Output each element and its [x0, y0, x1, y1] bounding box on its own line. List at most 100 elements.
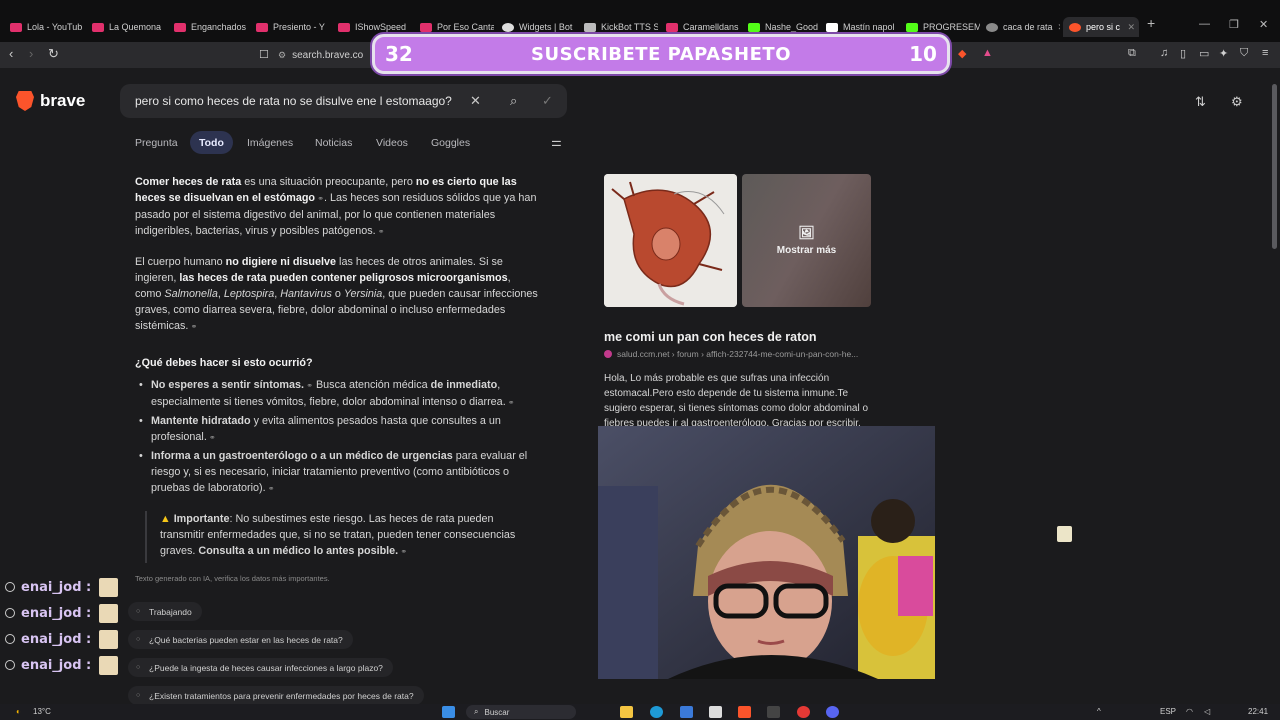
result-url[interactable]: salud.ccm.net › forum › affich-232744-me…: [604, 349, 858, 359]
browser-tab[interactable]: Enganchados✕: [168, 17, 248, 37]
stream-banner: 32 SUSCRIBETE PAPASHETO 10: [372, 34, 950, 74]
answer-heading: ¿Qué debes hacer si esto ocurrió?: [135, 357, 313, 369]
language-indicator[interactable]: ESP: [1160, 707, 1176, 716]
brave-search-icon: [986, 22, 998, 32]
cite-link-icon[interactable]: ⚭: [506, 398, 515, 407]
banner-text: SUSCRIBETE PAPASHETO: [530, 43, 791, 65]
windows-taskbar: ◐ 13°C ⌕ Buscar ^ ESP ◠ ◁ 22:41: [0, 704, 1280, 720]
cite-link-icon[interactable]: ⚭: [207, 433, 216, 442]
chat-badge-icon: [5, 634, 15, 644]
site-info-icon[interactable]: ⚙: [278, 50, 286, 61]
screenshot-icon[interactable]: ⧉: [1128, 47, 1136, 60]
cite-link-icon[interactable]: ⚭: [376, 227, 385, 236]
kick-icon: [906, 22, 918, 32]
list-item: No esperes a sentir síntomas. ⚭ Busca at…: [135, 377, 540, 411]
cite-link-icon[interactable]: ⚭: [266, 484, 275, 493]
windows-start-icon[interactable]: [442, 706, 455, 718]
volume-icon[interactable]: ◁: [1204, 707, 1210, 716]
cite-link-icon[interactable]: ⚭: [398, 547, 407, 556]
followup-question[interactable]: ¿Puede la ingesta de heces causar infecc…: [128, 658, 393, 677]
followup-question[interactable]: ¿Existen tratamientos para prevenir enfe…: [128, 686, 424, 705]
streamelements-icon: [502, 22, 514, 32]
tab-goggles[interactable]: Goggles: [422, 131, 479, 154]
result-image-rat[interactable]: [604, 174, 737, 307]
ai-disclaimer: Texto generado con IA, verifica los dato…: [135, 574, 330, 583]
youtube-icon: [338, 22, 350, 32]
reload-icon[interactable]: ↻: [48, 46, 59, 62]
brave-rewards-icon[interactable]: ▲: [982, 47, 993, 59]
youtube-icon: [666, 22, 678, 32]
store-icon[interactable]: [680, 706, 693, 718]
youtube-icon: [10, 22, 22, 32]
close-window-button[interactable]: ✕: [1259, 18, 1268, 31]
menu-icon[interactable]: ≡: [1262, 47, 1268, 59]
browser-tab[interactable]: Lola - YouTub✕: [4, 17, 84, 37]
close-tab-icon[interactable]: ✕: [1058, 22, 1060, 33]
wiki-icon: [826, 22, 838, 32]
media-icon[interactable]: ♫: [1160, 47, 1168, 59]
tab-pregunta[interactable]: Pregunta: [126, 131, 187, 154]
checkmark-icon[interactable]: ✓: [542, 93, 553, 109]
followup-status: Trabajando: [128, 602, 202, 621]
maximize-button[interactable]: ❐: [1229, 18, 1239, 31]
close-tab-icon[interactable]: ✕: [1127, 22, 1139, 33]
back-icon[interactable]: ‹: [9, 46, 13, 61]
banner-left-counter: 32: [385, 42, 413, 66]
taskbar-search[interactable]: ⌕ Buscar: [466, 705, 576, 719]
weather-icon[interactable]: ◐: [16, 707, 21, 716]
minimize-button[interactable]: —: [1199, 18, 1210, 30]
browser-tab[interactable]: caca de rata✕: [980, 17, 1060, 37]
vpn-icon[interactable]: ⛉: [1240, 47, 1248, 60]
browser-tab-active[interactable]: pero si c ✕: [1063, 17, 1139, 37]
clock[interactable]: 22:41: [1248, 707, 1268, 716]
result-title-link[interactable]: me comi un pan con heces de raton: [604, 330, 817, 344]
scrollbar-thumb[interactable]: [1272, 84, 1277, 249]
sort-icon[interactable]: ⇅: [1195, 94, 1206, 110]
cite-link-icon[interactable]: ⚭: [304, 381, 313, 390]
search-query-text[interactable]: pero si como heces de rata no se disulve…: [135, 94, 452, 108]
search-icon: ⌕: [474, 707, 479, 716]
filters-icon[interactable]: ⚌: [551, 135, 562, 149]
weather-temp[interactable]: 13°C: [33, 707, 51, 716]
new-tab-button[interactable]: +: [1147, 15, 1155, 31]
search-icon[interactable]: ⌕: [510, 93, 517, 109]
webcam-overlay: [598, 426, 935, 679]
settings-gear-icon[interactable]: ⚙: [1231, 94, 1243, 110]
image-icon: 🖼: [798, 225, 815, 240]
discord-icon[interactable]: [826, 706, 839, 718]
brave-shields-icon[interactable]: ◆: [958, 47, 966, 60]
brave-icon[interactable]: [738, 706, 751, 718]
followup-question[interactable]: ¿Qué bacterias pueden estar en las heces…: [128, 630, 353, 649]
sidebar-icon[interactable]: ▯: [1180, 47, 1186, 60]
answer-paragraph-1: Comer heces de rata es una situación pre…: [135, 176, 537, 237]
browser-tab[interactable]: La Quemona✕: [86, 17, 166, 37]
file-explorer-icon[interactable]: [620, 706, 633, 718]
tab-todo[interactable]: Todo: [190, 131, 233, 154]
chat-badge-icon: [5, 608, 15, 618]
chrome-icon[interactable]: [797, 706, 810, 718]
browser-tab[interactable]: Presiento - Y✕: [250, 17, 330, 37]
tab-imagenes[interactable]: Imágenes: [238, 131, 302, 154]
app-icon[interactable]: [709, 706, 722, 718]
tab-noticias[interactable]: Noticias: [306, 131, 361, 154]
scrollbar[interactable]: [1270, 68, 1280, 700]
wallet-icon[interactable]: ▭: [1199, 47, 1209, 60]
tray-chevron-icon[interactable]: ^: [1097, 707, 1101, 716]
cite-link-icon[interactable]: ⚭: [315, 194, 324, 203]
search-input[interactable]: pero si como heces de rata no se disulve…: [120, 84, 567, 118]
obs-icon[interactable]: [767, 706, 780, 718]
clear-icon[interactable]: ✕: [470, 93, 481, 109]
brave-logo[interactable]: brave: [16, 91, 85, 111]
edge-icon[interactable]: [650, 706, 663, 718]
close-tab-icon[interactable]: ✕: [411, 22, 412, 33]
wifi-icon[interactable]: ◠: [1186, 707, 1193, 716]
bookmark-icon[interactable]: ☐: [259, 48, 269, 61]
tab-videos[interactable]: Videos: [367, 131, 417, 154]
chat-message: enai_jod :: [5, 577, 119, 597]
leo-ai-icon[interactable]: ✦: [1219, 47, 1228, 60]
more-images-button[interactable]: 🖼 Mostrar más: [742, 174, 871, 307]
forward-icon[interactable]: ›: [29, 46, 33, 61]
bot-icon: [584, 22, 596, 32]
cite-link-icon[interactable]: ⚭: [188, 322, 198, 331]
url-text[interactable]: search.brave.co: [292, 50, 363, 61]
